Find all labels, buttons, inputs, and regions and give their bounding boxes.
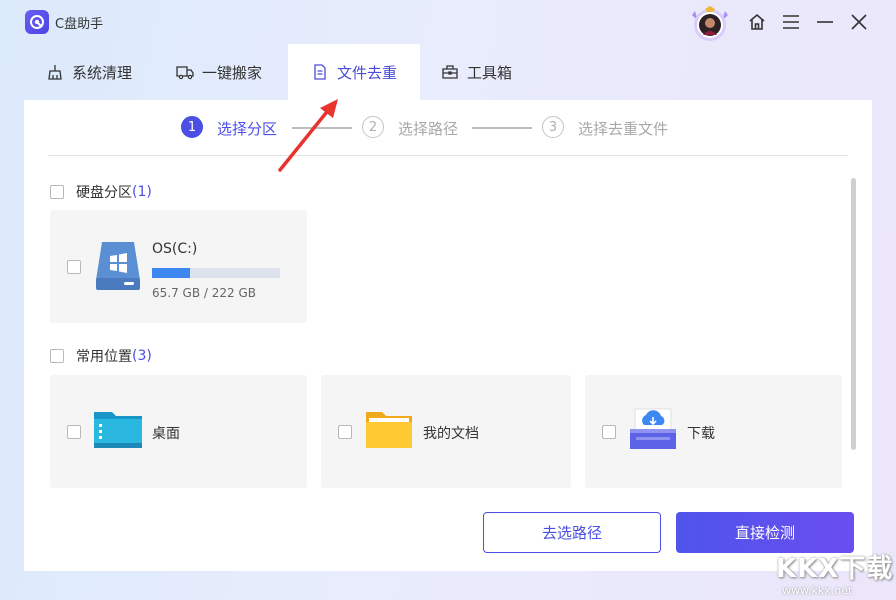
main-tabs: 系统清理 一键搬家 文件去重 工具箱: [0, 44, 896, 100]
step-1-number: 1: [181, 116, 203, 138]
tab-label: 文件去重: [336, 63, 397, 82]
common-section-count: (3): [132, 348, 152, 364]
step-3-number: 3: [542, 116, 564, 138]
step-connector: [292, 127, 352, 129]
tab-label: 一键搬家: [202, 63, 263, 82]
direct-scan-button[interactable]: 直接检测: [676, 512, 854, 553]
documents-folder-icon: [366, 410, 412, 454]
close-icon[interactable]: [847, 10, 871, 34]
drive-usage-bar: [152, 268, 280, 278]
title-bar: C盘助手: [0, 0, 896, 44]
home-icon[interactable]: [745, 10, 769, 34]
minimize-icon[interactable]: [813, 10, 837, 34]
dedup-panel: 1 选择分区 2 选择路径 3 选择去重文件 硬盘分区 (1) OS(C:) 65…: [24, 100, 872, 571]
location-name: 我的文档: [423, 426, 479, 442]
step-connector: [472, 127, 532, 129]
tab-label: 系统清理: [72, 63, 133, 82]
menu-icon[interactable]: [779, 10, 803, 34]
location-card-documents[interactable]: 我的文档: [321, 375, 571, 488]
common-section-title: 常用位置: [76, 349, 132, 365]
desktop-folder-icon: [94, 410, 142, 454]
download-folder-icon: [630, 407, 676, 457]
location-checkbox[interactable]: [67, 424, 81, 439]
document-icon: [311, 63, 329, 81]
divider: [48, 155, 848, 156]
watermark-url: www.kkx.net: [782, 584, 853, 597]
location-checkbox[interactable]: [338, 424, 352, 439]
drive-card-c[interactable]: [50, 210, 307, 323]
disk-section-title: 硬盘分区: [76, 185, 132, 201]
toolbox-icon: [441, 63, 459, 81]
app-title: C盘助手: [55, 17, 104, 32]
choose-path-button[interactable]: 去选路径: [483, 512, 661, 553]
step-2-number: 2: [362, 116, 384, 138]
location-name: 桌面: [152, 426, 180, 442]
tab-label: 工具箱: [467, 63, 513, 82]
scrollbar[interactable]: [851, 178, 856, 450]
app-logo-icon: [25, 10, 49, 34]
disk-section-count: (1): [132, 184, 152, 200]
disk-section-checkbox[interactable]: [50, 185, 64, 199]
location-card-downloads[interactable]: 下载: [585, 375, 842, 488]
user-avatar[interactable]: [689, 5, 731, 43]
hard-drive-icon: [94, 240, 142, 296]
drive-checkbox[interactable]: [67, 259, 81, 274]
drive-name: OS(C:): [152, 241, 198, 257]
location-card-desktop[interactable]: 桌面: [50, 375, 307, 488]
tab-toolbox[interactable]: 工具箱: [441, 44, 512, 100]
step-1-label: 选择分区: [217, 120, 278, 138]
step-2-label: 选择路径: [398, 120, 459, 138]
truck-icon: [176, 63, 194, 81]
tab-one-click-move[interactable]: 一键搬家: [176, 44, 262, 100]
step-indicator: 1 选择分区 2 选择路径 3 选择去重文件: [24, 116, 872, 140]
tab-system-clean[interactable]: 系统清理: [46, 44, 132, 100]
broom-icon: [46, 63, 64, 81]
drive-usage-fill: [152, 268, 190, 278]
location-name: 下载: [687, 426, 715, 442]
common-section-header: 常用位置 (3): [50, 346, 152, 366]
location-checkbox[interactable]: [602, 424, 616, 439]
drive-size: 65.7 GB / 222 GB: [152, 286, 256, 300]
disk-section-header: 硬盘分区 (1): [50, 182, 152, 202]
common-section-checkbox[interactable]: [50, 349, 64, 363]
tab-file-dedup[interactable]: 文件去重: [288, 44, 420, 100]
step-3-label: 选择去重文件: [578, 120, 669, 138]
